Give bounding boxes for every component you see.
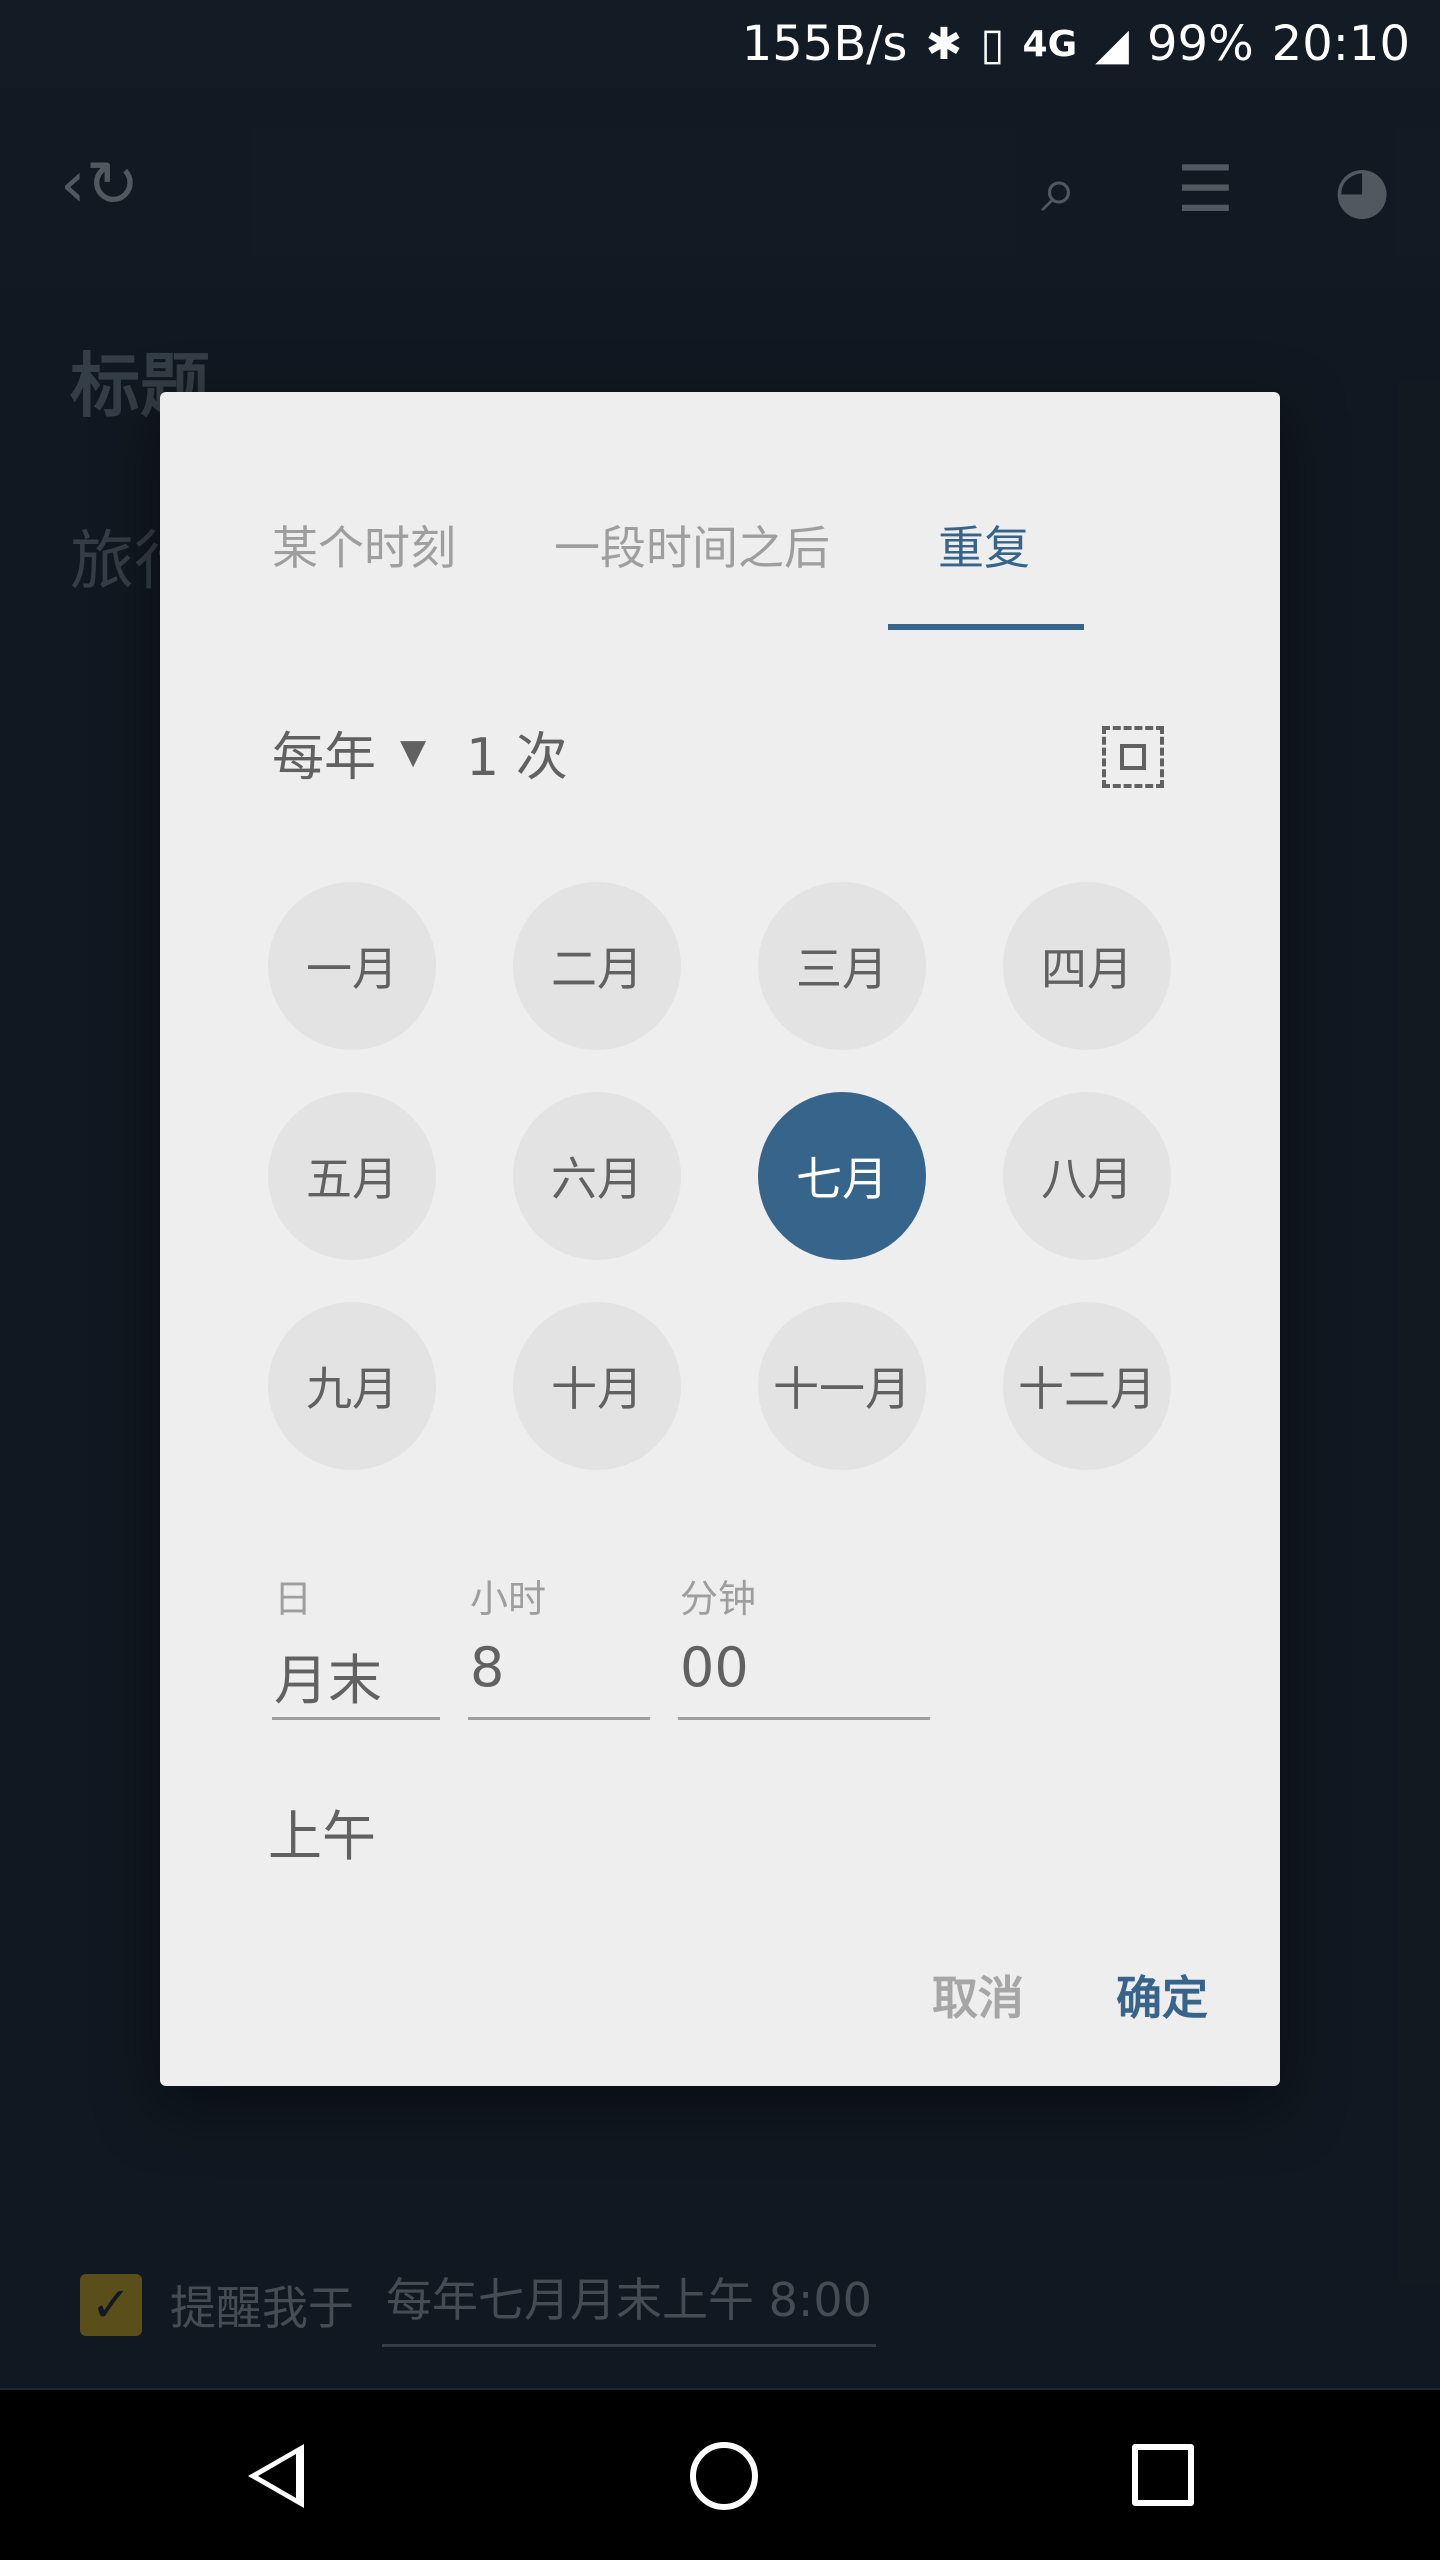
- cancel-button[interactable]: 取消: [932, 1962, 1024, 2028]
- month-sep[interactable]: 九月: [268, 1302, 436, 1470]
- status-bar: 155B/s ✱ ▯ 4G ◢ 99% 20:10: [0, 0, 1440, 88]
- network-speed: 155B/s: [741, 16, 908, 72]
- minute-label: 分钟: [680, 1577, 757, 1621]
- nav-back-icon[interactable]: [248, 2444, 304, 2508]
- tab-after-duration[interactable]: 一段时间之后: [554, 512, 830, 578]
- nav-home-icon[interactable]: [690, 2442, 758, 2510]
- ampm-toggle[interactable]: 上午: [268, 1792, 376, 1871]
- reminder-dialog: 某个时刻 一段时间之后 重复 每年 ▼ 1 次 一月 二月 三月 四月 五月 六…: [160, 392, 1280, 2086]
- day-label: 日: [274, 1577, 313, 1621]
- month-dec[interactable]: 十二月: [1003, 1302, 1171, 1470]
- ok-button[interactable]: 确定: [1116, 1962, 1208, 2028]
- month-jun[interactable]: 六月: [513, 1092, 681, 1260]
- month-jul[interactable]: 七月: [758, 1092, 926, 1260]
- signal-icon: ◢: [1095, 18, 1129, 70]
- month-mar[interactable]: 三月: [758, 882, 926, 1050]
- nav-recents-icon[interactable]: [1132, 2444, 1194, 2506]
- month-apr[interactable]: 四月: [1003, 882, 1171, 1050]
- select-all-icon[interactable]: [1102, 726, 1164, 788]
- frequency-row: 每年 ▼ 1 次: [272, 712, 568, 792]
- month-may[interactable]: 五月: [268, 1092, 436, 1260]
- network-type: 4G: [1022, 23, 1078, 65]
- repeat-count[interactable]: 1 次: [466, 715, 568, 790]
- hour-label: 小时: [470, 1577, 547, 1621]
- day-field[interactable]: 月末: [272, 1636, 440, 1720]
- chevron-down-icon[interactable]: ▼: [400, 732, 426, 772]
- hour-field[interactable]: 8: [468, 1636, 650, 1720]
- tab-specific-time[interactable]: 某个时刻: [272, 512, 456, 578]
- tab-repeat[interactable]: 重复: [938, 512, 1030, 578]
- minute-field[interactable]: 00: [678, 1636, 930, 1720]
- reminder-tabs: 某个时刻 一段时间之后 重复: [160, 392, 1280, 632]
- frequency-dropdown[interactable]: 每年: [272, 715, 376, 790]
- month-aug[interactable]: 八月: [1003, 1092, 1171, 1260]
- clock: 20:10: [1271, 16, 1410, 72]
- navigation-bar: [0, 2390, 1440, 2560]
- tab-indicator: [888, 624, 1084, 630]
- battery-level: 99%: [1146, 16, 1254, 72]
- month-feb[interactable]: 二月: [513, 882, 681, 1050]
- bluetooth-icon: ✱: [925, 18, 963, 70]
- month-oct[interactable]: 十月: [513, 1302, 681, 1470]
- month-grid: 一月 二月 三月 四月 五月 六月 七月 八月 九月 十月 十一月 十二月: [268, 882, 1178, 1498]
- month-nov[interactable]: 十一月: [758, 1302, 926, 1470]
- vibrate-icon: ▯: [980, 18, 1005, 70]
- month-jan[interactable]: 一月: [268, 882, 436, 1050]
